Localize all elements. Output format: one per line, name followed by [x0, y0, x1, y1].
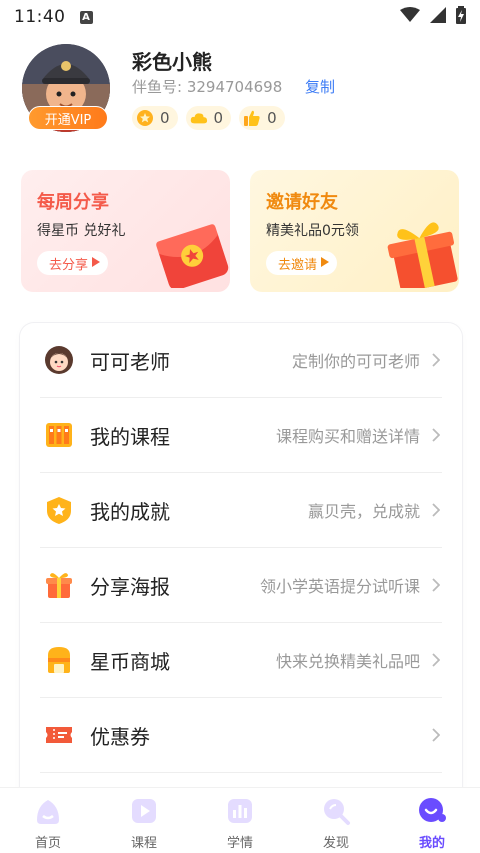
- play-arrow-icon: [321, 256, 330, 271]
- menu-desc-courses: 课程购买和赠送详情: [275, 427, 420, 446]
- menu-desc-share-poster: 领小学英语提分试听课: [259, 577, 420, 596]
- menu-item-achievements[interactable]: 我的成就 赢贝壳，兑成就: [40, 473, 442, 548]
- coupon-icon: [44, 720, 74, 750]
- menu-item-teacher[interactable]: 可可老师 定制你的可可老师: [40, 323, 442, 398]
- red-envelope-icon: [150, 213, 230, 292]
- stat-star-coins[interactable]: 0: [132, 106, 178, 130]
- tab-courses-label: 课程: [130, 836, 157, 851]
- menu-item-share-poster[interactable]: 分享海报 领小学英语提分试听课: [40, 548, 442, 623]
- gift-box-icon: [377, 210, 459, 292]
- tab-mine-label: 我的: [418, 836, 445, 851]
- courses-icon: [44, 420, 74, 450]
- status-bar: 11:40 A: [0, 0, 480, 34]
- star-coin-icon: [136, 109, 154, 127]
- tab-home[interactable]: 首页: [0, 788, 96, 853]
- tab-discover[interactable]: 发现: [288, 788, 384, 853]
- copy-id-link[interactable]: 复制: [305, 76, 335, 97]
- profile-header: 开通VIP 彩色小熊 伴鱼号: 3294704698 复制 0 0 0: [22, 44, 462, 134]
- weekly-share-title: 每周分享: [37, 192, 109, 213]
- invite-friends-card[interactable]: 邀请好友 精美礼品0元领 去邀请: [250, 170, 459, 292]
- profile-icon: [415, 794, 449, 828]
- teacher-avatar-icon: [44, 345, 74, 375]
- discover-icon: [319, 794, 353, 828]
- menu-desc-achievements: 赢贝壳，兑成就: [307, 502, 420, 521]
- gift-icon: [44, 570, 74, 600]
- partner-id: 伴鱼号: 3294704698: [132, 78, 283, 96]
- status-time: 11:40: [14, 7, 66, 27]
- menu-item-courses[interactable]: 我的课程 课程购买和赠送详情: [40, 398, 442, 473]
- go-invite-button[interactable]: 去邀请: [266, 251, 338, 275]
- notification-icon: A: [79, 10, 93, 24]
- stat-likes-value: 0: [267, 109, 277, 127]
- menu-item-coupons[interactable]: 优惠券: [40, 698, 442, 773]
- course-play-icon: [127, 794, 161, 828]
- stat-clouds[interactable]: 0: [185, 106, 232, 130]
- weekly-share-card[interactable]: 每周分享 得星币 兑好礼 去分享: [21, 170, 230, 292]
- home-icon: [31, 794, 65, 828]
- weekly-share-subtitle: 得星币 兑好礼: [37, 223, 126, 239]
- tab-mine[interactable]: 我的: [384, 788, 480, 853]
- stats-row: 0 0 0: [132, 106, 285, 130]
- menu-label-coupons: 优惠券: [90, 724, 150, 749]
- chevron-right-icon: [430, 727, 442, 743]
- chevron-right-icon: [430, 352, 442, 368]
- nickname: 彩色小熊: [132, 50, 212, 74]
- chart-icon: [223, 794, 257, 828]
- tab-courses[interactable]: 课程: [96, 788, 192, 853]
- menu-label-achievements: 我的成就: [90, 499, 170, 524]
- tab-discover-label: 发现: [322, 836, 349, 851]
- go-invite-label: 去邀请: [278, 257, 318, 273]
- achievement-icon: [44, 495, 74, 525]
- tab-learning[interactable]: 学情: [192, 788, 288, 853]
- chevron-right-icon: [430, 652, 442, 668]
- stat-clouds-value: 0: [213, 109, 224, 127]
- wifi-icon: [400, 7, 420, 27]
- signal-icon: [430, 7, 446, 27]
- stat-star-coins-value: 0: [160, 109, 170, 127]
- go-share-button[interactable]: 去分享: [37, 251, 109, 275]
- menu-label-courses: 我的课程: [90, 424, 170, 449]
- stat-likes[interactable]: 0: [239, 106, 285, 130]
- go-share-label: 去分享: [49, 257, 89, 273]
- open-vip-button[interactable]: 开通VIP: [28, 106, 108, 130]
- invite-friends-title: 邀请好友: [266, 192, 338, 213]
- menu-label-share-poster: 分享海报: [90, 574, 170, 599]
- invite-friends-subtitle: 精美礼品0元领: [266, 223, 359, 239]
- tab-home-label: 首页: [34, 836, 61, 851]
- chevron-right-icon: [430, 577, 442, 593]
- chevron-right-icon: [430, 502, 442, 518]
- tab-learning-label: 学情: [226, 836, 253, 851]
- menu-label-star-store: 星币商城: [90, 649, 170, 674]
- menu-desc-teacher: 定制你的可可老师: [291, 352, 420, 371]
- bottom-nav: 首页 课程 学情 发现 我的: [0, 787, 480, 853]
- store-icon: [44, 645, 74, 675]
- menu-item-star-store[interactable]: 星币商城 快来兑换精美礼品吧: [40, 623, 442, 698]
- play-arrow-icon: [92, 256, 101, 271]
- menu-desc-star-store: 快来兑换精美礼品吧: [275, 652, 420, 671]
- chevron-right-icon: [430, 427, 442, 443]
- status-icons: [400, 6, 466, 28]
- battery-icon: [456, 6, 466, 28]
- cloud-icon: [190, 109, 208, 127]
- thumbs-up-icon: [243, 109, 261, 127]
- menu-label-teacher: 可可老师: [90, 349, 170, 374]
- menu-list: 可可老师 定制你的可可老师 我的课程 课程购买和赠送详情 我的成就 赢贝壳，兑成…: [20, 323, 462, 813]
